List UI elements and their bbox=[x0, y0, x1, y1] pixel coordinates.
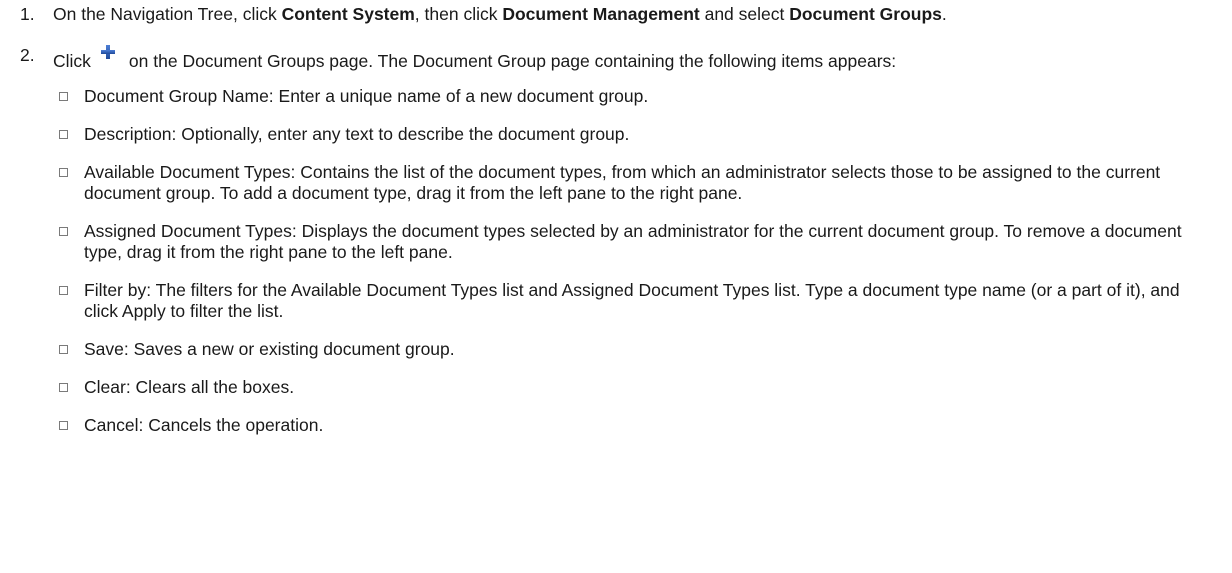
step-number: 2. bbox=[20, 45, 35, 65]
list-item: Description: Optionally, enter any text … bbox=[59, 124, 1212, 145]
checkbox-bullet-icon bbox=[59, 227, 68, 236]
list-item-text: Clear: Clears all the boxes. bbox=[84, 377, 295, 397]
nav-item-document-groups: Document Groups bbox=[789, 4, 942, 24]
list-item: Document Group Name: Enter a unique name… bbox=[59, 86, 1212, 107]
plus-icon bbox=[95, 39, 121, 65]
list-item-text: Description: Optionally, enter any text … bbox=[84, 124, 630, 144]
list-item: Assigned Document Types: Displays the do… bbox=[59, 221, 1212, 263]
list-item: Filter by: The filters for the Available… bbox=[59, 280, 1212, 322]
step-text: Click on the Document Groups page. The Do… bbox=[53, 45, 1212, 72]
step-text-part: Click bbox=[53, 51, 91, 71]
list-item: Available Document Types: Contains the l… bbox=[59, 162, 1212, 204]
step-text-part: . bbox=[941, 4, 947, 24]
checkbox-bullet-icon bbox=[59, 286, 68, 295]
step-text-part: and select bbox=[699, 4, 790, 24]
checkbox-bullet-icon bbox=[59, 168, 68, 177]
step-2: 2. Click on the Document Groups page. The… bbox=[20, 45, 1212, 72]
item-list: Document Group Name: Enter a unique name… bbox=[20, 86, 1212, 436]
document-page: 1. On the Navigation Tree, click Content… bbox=[0, 0, 1232, 436]
list-item-text: Assigned Document Types: Displays the do… bbox=[84, 221, 1182, 262]
list-item: Cancel: Cancels the operation. bbox=[59, 415, 1212, 436]
list-item-text: Filter by: The filters for the Available… bbox=[84, 280, 1180, 321]
step-text-part: On the Navigation Tree, click bbox=[53, 4, 282, 24]
checkbox-bullet-icon bbox=[59, 130, 68, 139]
checkbox-bullet-icon bbox=[59, 383, 68, 392]
step-text: On the Navigation Tree, click Content Sy… bbox=[53, 4, 1212, 25]
step-1: 1. On the Navigation Tree, click Content… bbox=[20, 4, 1212, 25]
nav-item-content-system: Content System bbox=[281, 4, 415, 24]
nav-item-document-management: Document Management bbox=[502, 4, 700, 24]
list-item: Clear: Clears all the boxes. bbox=[59, 377, 1212, 398]
list-item-text: Save: Saves a new or existing document g… bbox=[84, 339, 455, 359]
list-item-text: Document Group Name: Enter a unique name… bbox=[84, 86, 649, 106]
step-body: Click on the Document Groups page. The Do… bbox=[53, 45, 1212, 72]
list-item: Save: Saves a new or existing document g… bbox=[59, 339, 1212, 360]
checkbox-bullet-icon bbox=[59, 345, 68, 354]
list-item-text: Available Document Types: Contains the l… bbox=[84, 162, 1161, 203]
step-text-part: on the Document Groups page. The Documen… bbox=[128, 51, 897, 71]
checkbox-bullet-icon bbox=[59, 421, 68, 430]
checkbox-bullet-icon bbox=[59, 92, 68, 101]
step-number: 1. bbox=[20, 4, 35, 24]
list-item-text: Cancel: Cancels the operation. bbox=[84, 415, 324, 435]
step-text-part: , then click bbox=[414, 4, 503, 24]
